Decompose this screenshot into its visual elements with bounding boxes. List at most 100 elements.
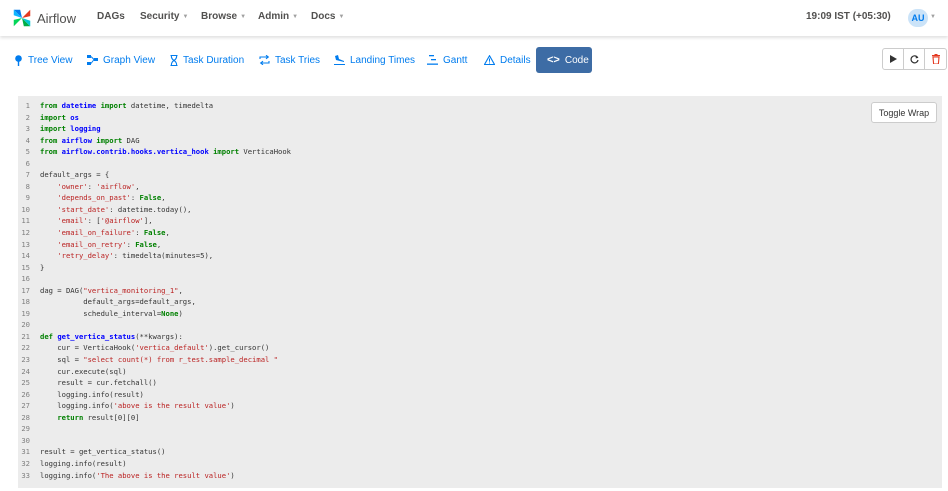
nav-docs[interactable]: Docs ▼: [311, 11, 344, 22]
tab-gantt[interactable]: Gantt: [421, 48, 473, 72]
nav-docs-label: Docs: [311, 11, 336, 22]
code-token: False: [135, 239, 157, 249]
code-token: False: [143, 228, 166, 238]
code-token: ): [178, 308, 183, 318]
plane-landing-icon: [334, 55, 345, 65]
code-icon: <>: [547, 54, 560, 66]
tab-task-tries[interactable]: Task Tries: [253, 48, 326, 72]
code-token: 'airflow': [96, 181, 136, 191]
line-number: 15: [21, 262, 30, 272]
code-token: default_args=default_args,: [40, 297, 196, 307]
code-token: 'depends_on_past': [57, 193, 131, 203]
code-token: logging.info(result): [40, 458, 127, 468]
code-line: 7 default_args = {: [18, 169, 291, 181]
code-token: :: [130, 193, 140, 203]
code-token: 'vertica_default': [135, 343, 209, 353]
dag-action-buttons: [882, 48, 947, 70]
code-token: cur = VerticaHook(: [40, 343, 136, 353]
line-number: 31: [21, 447, 30, 457]
code-token: '@airflow': [100, 216, 144, 226]
tree-icon: [15, 54, 22, 66]
line-number: 17: [21, 285, 30, 295]
code-line: 24 cur.execute(sql): [18, 366, 291, 378]
code-line: 20: [18, 319, 291, 331]
code-line: 3 import logging: [18, 123, 291, 135]
code-token: ],: [143, 216, 153, 226]
toggle-wrap-button[interactable]: Toggle Wrap: [871, 102, 937, 123]
chevron-down-icon: ▼: [182, 13, 189, 20]
tab-graph-view[interactable]: Graph View: [81, 48, 161, 72]
code-token: result[0][0]: [83, 412, 140, 422]
line-number: 18: [21, 297, 30, 307]
refresh-dag-button[interactable]: [904, 49, 925, 69]
code-token: None: [161, 308, 179, 318]
hourglass-icon: [170, 54, 178, 66]
code-token: ).get_cursor(): [208, 343, 270, 353]
code-token: def: [40, 331, 53, 341]
nav-security[interactable]: Security ▼: [140, 11, 188, 22]
code-line: 15}: [18, 262, 291, 274]
play-icon: [889, 55, 897, 63]
brand-name: Airflow: [37, 10, 77, 26]
tab-code[interactable]: <> Code: [536, 47, 592, 73]
nav-dags[interactable]: DAGs: [97, 11, 125, 22]
code-token: get_vertica_status: [57, 331, 136, 341]
code-line: 23 sql = "select count(*) from r_test.sa…: [18, 354, 291, 366]
code-token: :: [87, 181, 97, 191]
code-line: 6: [18, 158, 291, 170]
code-token: datetime, timedelta: [126, 101, 214, 110]
delete-dag-button[interactable]: [925, 49, 946, 69]
code-token: 'owner': [57, 181, 88, 191]
code-token: schedule_interval=: [40, 308, 162, 318]
tab-task-duration[interactable]: Task Duration: [164, 48, 250, 72]
tab-tree-view[interactable]: Tree View: [8, 48, 78, 72]
code-token: ): [230, 401, 235, 411]
nav-browse[interactable]: Browse ▼: [201, 11, 246, 22]
line-number: 5: [25, 147, 30, 157]
code-token: logging.info(result): [40, 389, 144, 399]
tab-tree-view-label: Tree View: [28, 54, 73, 66]
tab-graph-view-label: Graph View: [103, 54, 156, 66]
code-line: 32 logging.info(result): [18, 458, 291, 470]
code-token: (**kwargs):: [135, 331, 183, 341]
line-number: 19: [21, 308, 30, 318]
code-token: : timedelta(minutes=5),: [113, 251, 214, 261]
brand-home-link[interactable]: Airflow: [11, 6, 76, 30]
line-number: 32: [21, 458, 30, 468]
code-token: "vertica_monitoring_1": [83, 285, 179, 295]
user-avatar[interactable]: AU: [908, 9, 928, 27]
code-line: 25 result = cur.fetchall(): [18, 377, 291, 389]
code-line: 16: [18, 273, 291, 285]
trigger-dag-button[interactable]: [883, 49, 904, 69]
chevron-down-icon: ▼: [292, 13, 299, 20]
code-line: 9 'depends_on_past': False,: [18, 192, 291, 204]
code-line: 26 logging.info(result): [18, 389, 291, 401]
code-token: 'retry_delay': [57, 251, 114, 261]
code-token: result = cur.fetchall(): [40, 378, 157, 388]
line-number: 27: [21, 401, 30, 411]
tab-details-label: Details: [500, 54, 531, 66]
code-line: 8 'owner': 'airflow',: [18, 181, 291, 193]
nav-browse-label: Browse: [201, 11, 238, 22]
chevron-down-icon: ▼: [338, 13, 345, 20]
line-number: 28: [21, 412, 30, 422]
code-block: 1 from datetime import datetime, timedelt…: [18, 100, 291, 481]
line-number: 23: [21, 355, 30, 365]
code-token: ,: [135, 181, 140, 191]
line-number: 25: [21, 378, 30, 388]
nav-admin[interactable]: Admin ▼: [258, 11, 298, 22]
code-token: : datetime.today(),: [109, 204, 192, 214]
line-number: 10: [21, 204, 30, 214]
tab-details[interactable]: Details: [478, 48, 537, 72]
code-token: : [: [87, 216, 101, 226]
code-token: 'email': [57, 216, 88, 226]
code-token: cur.execute(sql): [40, 366, 127, 376]
tab-landing-times[interactable]: Landing Times: [328, 48, 421, 72]
line-number: 8: [25, 181, 30, 191]
code-line: 28 return result[0][0]: [18, 412, 291, 424]
